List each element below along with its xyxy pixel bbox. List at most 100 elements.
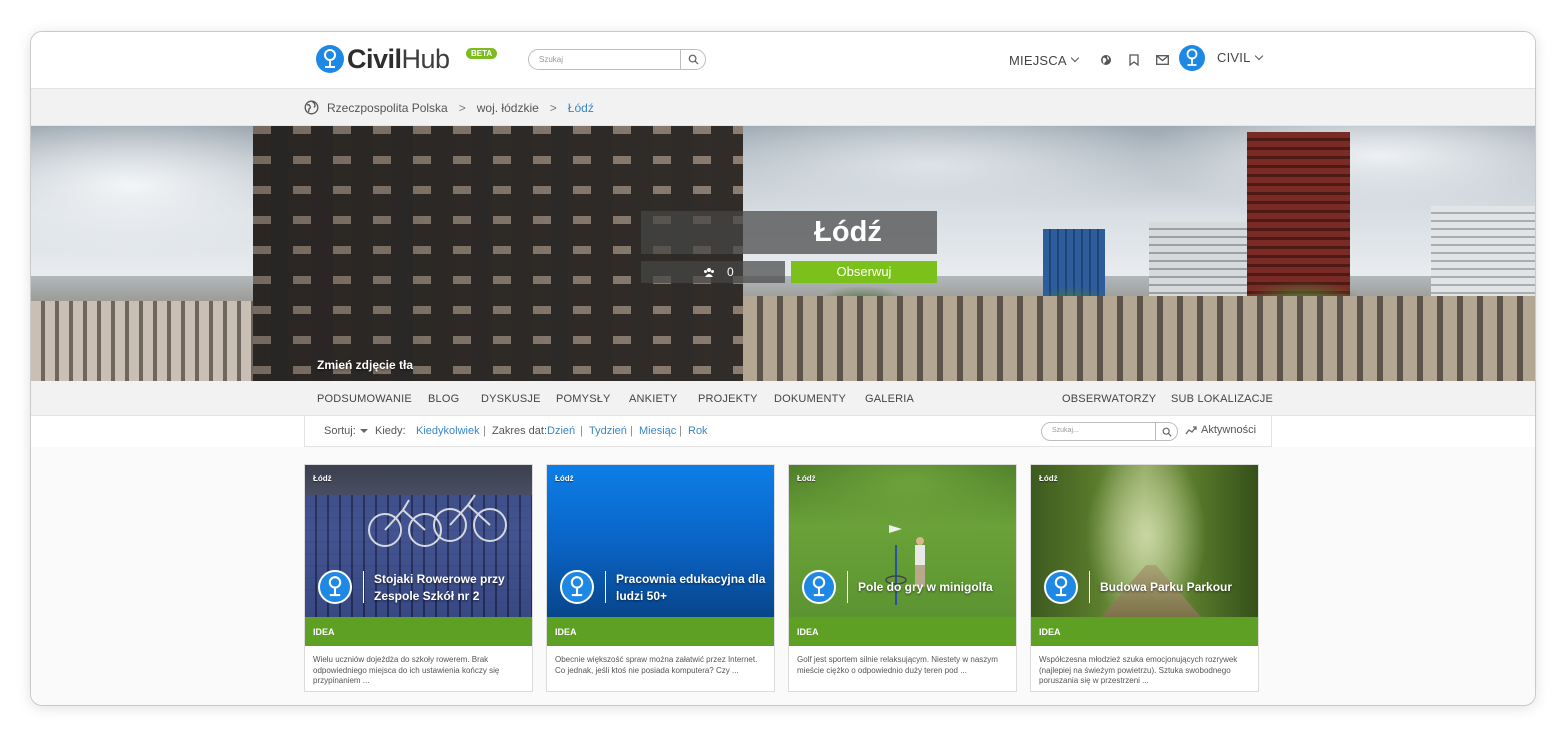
sort-dropdown[interactable]: Sortuj: xyxy=(324,425,368,437)
global-search-button[interactable] xyxy=(680,50,705,69)
when-anytime-link[interactable]: Kiedykolwiek xyxy=(416,425,480,437)
activity-label: Aktywności xyxy=(1201,424,1257,436)
content-area: Łódź Stojaki Rowerowe przy Zespole Szkół… xyxy=(31,447,1535,705)
content-search-input[interactable]: Szukaj... xyxy=(1042,423,1155,440)
follow-button[interactable]: Obserwuj xyxy=(791,261,937,283)
idea-card[interactable]: Łódź Stojaki Rowerowe przy Zespole Szkół… xyxy=(304,464,533,692)
card-location: Łódź xyxy=(555,474,574,483)
card-type-label: IDEA xyxy=(305,617,532,646)
breadcrumb-separator: > xyxy=(549,100,557,115)
filter-separator: | xyxy=(483,425,486,437)
tab-summary[interactable]: PODSUMOWANIE xyxy=(317,393,412,405)
location-title: Łódź xyxy=(814,216,882,248)
activity-filter[interactable]: Aktywności xyxy=(1185,424,1256,436)
card-image: Łódź Budowa Parku Parkour xyxy=(1031,465,1258,617)
tab-gallery[interactable]: GALERIA xyxy=(865,393,914,405)
card-description: Wielu uczniów dojeżdża do szkoły rowerem… xyxy=(313,655,500,685)
card-title[interactable]: Budowa Parku Parkour xyxy=(1100,571,1250,603)
user-menu[interactable]: CIVIL xyxy=(1217,50,1263,65)
card-type-label: IDEA xyxy=(1031,617,1258,646)
beta-badge: BETA xyxy=(466,48,498,59)
tab-sublocations[interactable]: SUB LOKALIZACJE xyxy=(1171,393,1273,405)
change-background-link[interactable]: Zmień zdjęcie tła xyxy=(317,358,413,372)
tab-discussions[interactable]: DYSKUSJE xyxy=(481,393,541,405)
card-description: Golf jest sportem silnie relaksującym. N… xyxy=(797,655,998,675)
card-author-avatar xyxy=(318,570,352,604)
filter-separator: | xyxy=(580,425,583,437)
breadcrumb-bar: Rzeczpospolita Polska > woj. łódzkie > Ł… xyxy=(31,89,1535,126)
hero-building xyxy=(743,296,1535,381)
user-name: CIVIL xyxy=(1217,50,1251,65)
card-author-avatar xyxy=(1044,570,1078,604)
breadcrumb-separator: > xyxy=(458,100,466,115)
location-title-box: Łódź xyxy=(641,211,937,254)
idea-card[interactable]: Łódź Budowa Parku Parkour IDEA Współczes… xyxy=(1030,464,1259,692)
card-location: Łódź xyxy=(797,474,816,483)
tab-ideas[interactable]: POMYSŁY xyxy=(556,393,611,405)
card-description: Współczesna młodzież szuka emocjonującyc… xyxy=(1039,655,1238,685)
breadcrumb-country[interactable]: Rzeczpospolita Polska xyxy=(327,101,448,115)
card-description: Obecnie większość spraw można załatwić p… xyxy=(555,655,758,675)
tab-blog[interactable]: BLOG xyxy=(428,393,459,405)
search-icon xyxy=(688,54,699,65)
logo-civil: Civil xyxy=(347,43,402,74)
card-divider xyxy=(605,571,606,603)
globe-icon[interactable] xyxy=(1100,54,1112,66)
caret-down-icon xyxy=(359,429,368,434)
filter-bar: Sortuj: Kiedy: Kiedykolwiek | Zakres dat… xyxy=(304,416,1272,447)
location-tabs: PODSUMOWANIE BLOG DYSKUSJE POMYSŁY ANKIE… xyxy=(31,381,1535,416)
when-label: Kiedy: xyxy=(375,425,406,437)
civilhub-logo-icon xyxy=(316,45,344,73)
card-title[interactable]: Pole do gry w minigolfa xyxy=(858,571,1008,603)
bookmark-icon[interactable] xyxy=(1129,54,1139,66)
card-location: Łódź xyxy=(313,474,332,483)
card-divider xyxy=(363,571,364,603)
tab-projects[interactable]: PROJEKTY xyxy=(698,393,758,405)
places-menu[interactable]: MIEJSCA xyxy=(1009,52,1079,68)
logo-hub: Hub xyxy=(401,43,451,74)
people-icon xyxy=(704,267,714,277)
breadcrumb-city[interactable]: Łódź xyxy=(568,101,594,115)
range-day-link[interactable]: Dzień xyxy=(547,425,575,437)
chevron-down-icon xyxy=(1254,51,1263,60)
card-author-avatar xyxy=(560,570,594,604)
bicycles-graphic xyxy=(368,494,507,547)
filter-separator: | xyxy=(679,425,682,437)
tab-documents[interactable]: DOKUMENTY xyxy=(774,393,846,405)
user-avatar[interactable] xyxy=(1179,45,1205,71)
idea-card[interactable]: Łódź Pracownia edukacyjna dla ludzi 50+ … xyxy=(546,464,775,692)
idea-card[interactable]: Łódź Pole do gry w minigolfa IDEA Golf j… xyxy=(788,464,1017,692)
range-year-link[interactable]: Rok xyxy=(688,425,708,437)
global-search-input[interactable]: Szukaj xyxy=(529,50,680,69)
envelope-icon[interactable] xyxy=(1155,55,1169,65)
card-title[interactable]: Pracownia edukacyjna dla ludzi 50+ xyxy=(616,571,766,605)
card-image: Łódź Pole do gry w minigolfa xyxy=(789,465,1016,617)
card-divider xyxy=(847,571,848,603)
browser-window: CivilHub BETA Szukaj MIEJSCA CIVIL Rzecz… xyxy=(30,31,1536,706)
card-image: Łódź Stojaki Rowerowe przy Zespole Szkół… xyxy=(305,465,532,617)
range-week-link[interactable]: Tydzień xyxy=(589,425,627,437)
logo-wordmark: CivilHub xyxy=(347,44,450,75)
tab-observers[interactable]: OBSERWATORZY xyxy=(1062,393,1156,405)
tab-polls[interactable]: ANKIETY xyxy=(629,393,677,405)
followers-count: 0 xyxy=(641,261,785,283)
card-location: Łódź xyxy=(1039,474,1058,483)
sort-label: Sortuj: xyxy=(324,425,356,437)
date-range-label: Zakres dat: xyxy=(492,425,548,437)
range-month-link[interactable]: Miesiąc xyxy=(639,425,676,437)
card-divider xyxy=(1089,571,1090,603)
filter-separator: | xyxy=(630,425,633,437)
search-icon xyxy=(1162,427,1172,437)
breadcrumb-region[interactable]: woj. łódzkie xyxy=(477,101,539,115)
breadcrumb: Rzeczpospolita Polska > woj. łódzkie > Ł… xyxy=(304,100,594,115)
content-search: Szukaj... xyxy=(1041,422,1178,441)
activity-chart-icon xyxy=(1185,426,1197,435)
card-title[interactable]: Stojaki Rowerowe przy Zespole Szkół nr 2 xyxy=(374,571,524,605)
global-search: Szukaj xyxy=(528,49,706,70)
hero-banner: Łódź 0 Obserwuj Zmień zdjęcie tła xyxy=(31,126,1535,381)
civilhub-logo[interactable]: CivilHub BETA xyxy=(316,44,498,75)
content-search-button[interactable] xyxy=(1155,423,1177,440)
places-menu-label: MIEJSCA xyxy=(1009,52,1067,68)
card-type-label: IDEA xyxy=(547,617,774,646)
top-navbar: CivilHub BETA Szukaj MIEJSCA CIVIL xyxy=(31,32,1535,89)
